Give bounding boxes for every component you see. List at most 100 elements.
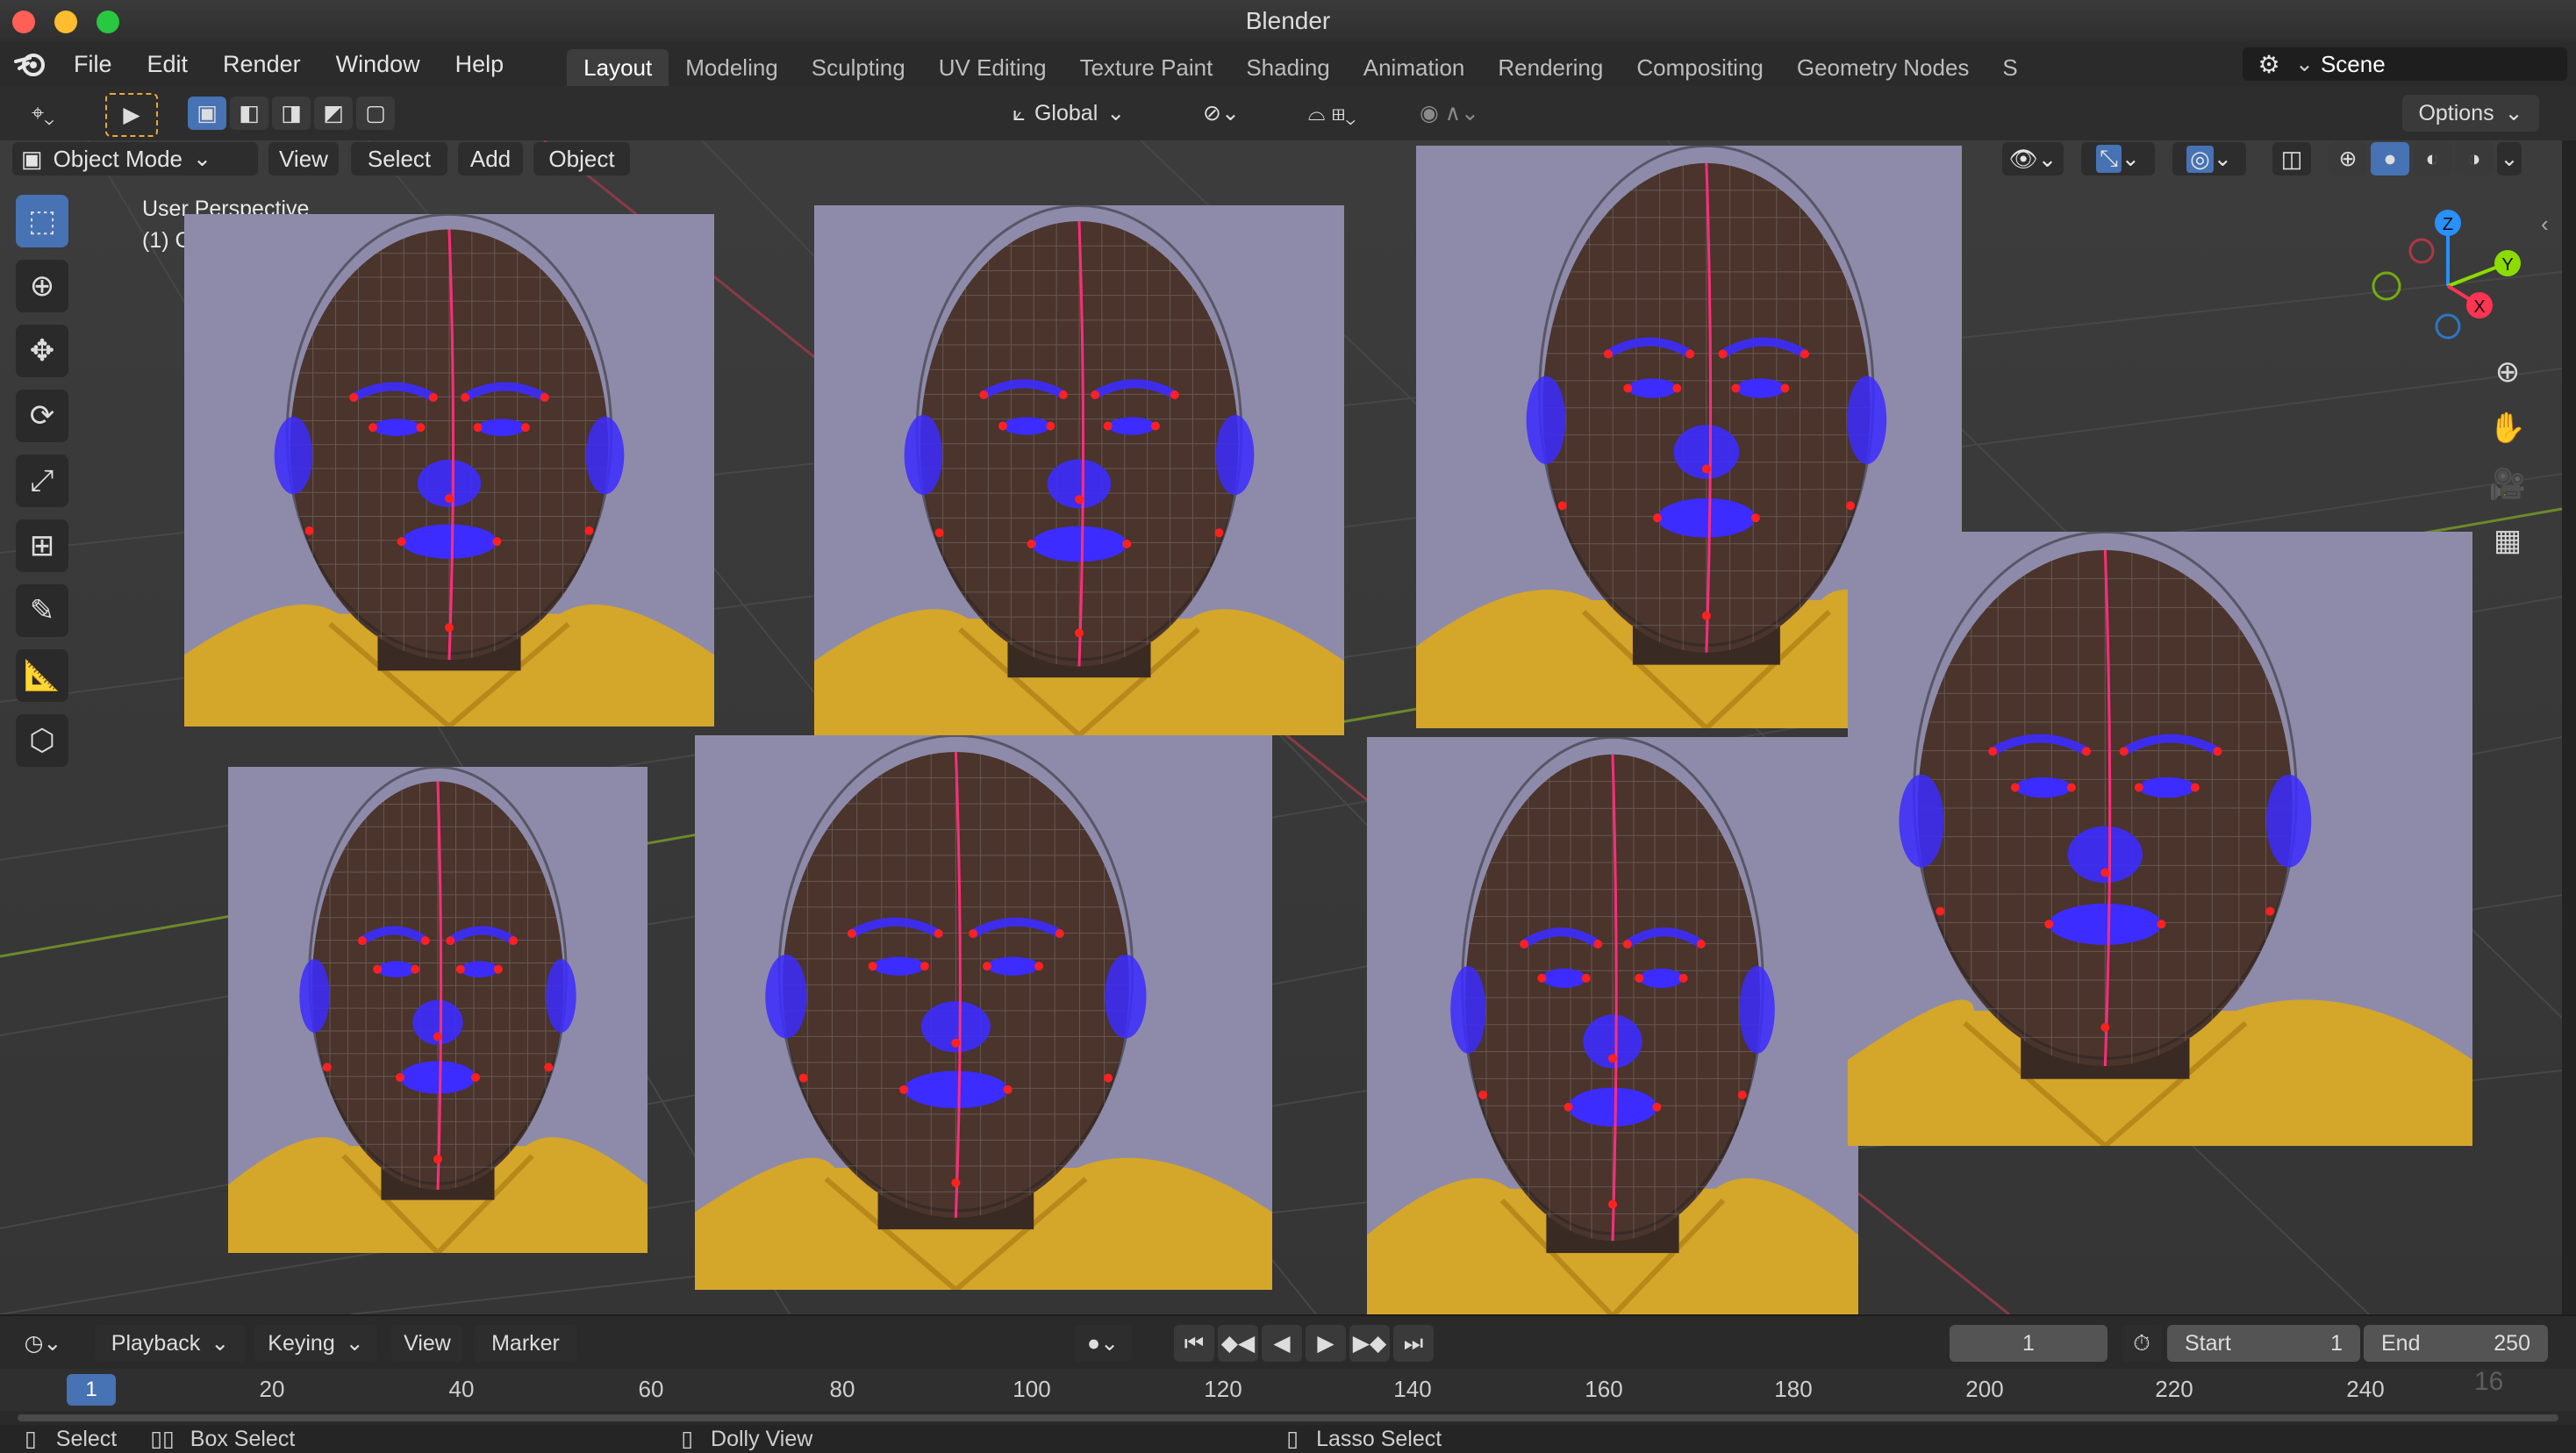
viewport-menu-object[interactable]: Object [533, 142, 630, 175]
tab-geometry-nodes[interactable]: Geometry Nodes [1780, 49, 1986, 86]
rotate-icon[interactable]: ⟳ [16, 390, 68, 442]
annotate-icon[interactable]: ✎ [16, 584, 68, 637]
end-frame-field[interactable]: End 250 [2364, 1325, 2548, 1362]
face-mesh-illustration [1848, 532, 2472, 1146]
snap-controls[interactable]: ⌓ ⊞⌄ [1270, 95, 1393, 132]
tab-shading[interactable]: Shading [1229, 49, 1346, 86]
tab-scripting[interactable]: S [1986, 49, 2034, 86]
viewport-menu-select[interactable]: Select [351, 142, 447, 175]
tool-header: ⌖⌄ ▶ ▣ ◧ ◨ ◩ ▢ ⟀ Global ⌄ ⊘⌄ ⌓ ⊞⌄ ◉ ∧⌄ O… [0, 86, 2576, 140]
rendered-shading-icon[interactable]: ◑ [2455, 142, 2494, 175]
visibility-dropdown[interactable]: 👁⌄ [2002, 142, 2064, 175]
frame-ruler[interactable]: 1 20 40 60 80 100 120 140 160 180 200 22… [0, 1367, 2576, 1411]
mode-intersect-icon[interactable]: ▢ [356, 97, 395, 130]
tab-texture-paint[interactable]: Texture Paint [1063, 49, 1230, 86]
scale-icon[interactable]: ⤢ [16, 455, 68, 507]
perspective-grid-icon[interactable]: ▦ [2483, 516, 2532, 565]
chevron-down-icon: ⌄ [2121, 147, 2140, 171]
menu-help[interactable]: Help [438, 42, 522, 86]
gizmo-toggle[interactable]: ⤡ ⌄ [2081, 142, 2155, 175]
next-keyframe-icon[interactable]: ▶◆ [1349, 1325, 1390, 1362]
pivot-point-dropdown[interactable]: ⊘⌄ [1186, 95, 1256, 132]
mode-new-icon[interactable]: ▣ [188, 97, 226, 130]
transform-orientation-dropdown[interactable]: ⟀ Global ⌄ [1005, 95, 1179, 132]
object-mode-dropdown[interactable]: ▣ Object Mode ⌄ [12, 142, 258, 175]
playback-menu[interactable]: Playback ⌄ [95, 1325, 246, 1362]
add-cube-icon[interactable]: ⬡ [16, 714, 68, 767]
playhead-frame-indicator[interactable]: 1 [67, 1374, 116, 1406]
solid-shading-icon[interactable]: ● [2371, 142, 2409, 175]
editor-type-button[interactable]: ◷⌄ [12, 1325, 74, 1362]
frame-tick-label: 60 [638, 1376, 664, 1402]
close-window-button[interactable] [12, 11, 35, 33]
menu-render[interactable]: Render [205, 42, 318, 86]
transform-icon[interactable]: ⊞ [16, 519, 68, 572]
proportional-edit-icon: ◉ ∧⌄ [1419, 101, 1479, 125]
start-frame-field[interactable]: Start 1 [2167, 1325, 2360, 1362]
timeline-view-menu[interactable]: View [391, 1325, 463, 1362]
xray-toggle[interactable]: ◫ [2272, 142, 2311, 175]
navigation-gizmo[interactable]: Z Y X [2351, 198, 2544, 374]
face-reference-image[interactable] [1367, 737, 1858, 1314]
face-reference-image[interactable] [184, 214, 714, 726]
overlay-toggle[interactable]: ◎ ⌄ [2172, 142, 2246, 175]
select-tool-button[interactable]: ▶ [105, 93, 158, 137]
prev-keyframe-icon[interactable]: ◆◀ [1218, 1325, 1258, 1362]
face-reference-image[interactable] [814, 205, 1344, 735]
chevron-down-icon[interactable]: ⌄ [2497, 142, 2522, 175]
pan-hand-icon[interactable]: ✋ [2483, 404, 2532, 453]
play-icon[interactable]: ▶ [1306, 1325, 1346, 1362]
face-reference-image[interactable] [695, 735, 1272, 1290]
menu-edit[interactable]: Edit [130, 42, 206, 86]
scrollbar-thumb[interactable] [18, 1414, 2558, 1421]
3d-viewport[interactable]: ▣ Object Mode ⌄ View Select Add Object 👁… [0, 140, 2562, 1314]
proportional-editing-controls[interactable]: ◉ ∧⌄ [1397, 95, 1502, 132]
viewport-menu-add[interactable]: Add [458, 142, 523, 175]
timeline-marker-menu[interactable]: Marker [474, 1325, 577, 1362]
tab-animation[interactable]: Animation [1347, 49, 1482, 86]
menu-file[interactable]: File [56, 42, 130, 86]
jump-start-icon[interactable]: ⏮ [1174, 1325, 1214, 1362]
tab-layout[interactable]: Layout [567, 49, 669, 86]
sidebar-toggle-icon[interactable]: ‹ [2541, 211, 2549, 238]
camera-icon[interactable]: 🎥 [2483, 460, 2532, 509]
tab-rendering[interactable]: Rendering [1481, 49, 1620, 86]
blender-logo-icon[interactable] [5, 42, 56, 86]
face-reference-image[interactable] [228, 767, 648, 1253]
face-reference-image[interactable] [1848, 532, 2472, 1146]
zoom-icon[interactable]: ⊕ [2483, 347, 2532, 397]
window-controls [12, 11, 119, 33]
minimize-window-button[interactable] [54, 11, 77, 33]
tab-modeling[interactable]: Modeling [669, 49, 795, 86]
jump-end-icon[interactable]: ⏭ [1393, 1325, 1434, 1362]
face-mesh-illustration [184, 214, 714, 726]
viewport-menu-view[interactable]: View [268, 142, 339, 175]
scene-selector[interactable]: ⚙ ⌄ Scene [2243, 47, 2567, 81]
measure-icon[interactable]: 📐 [16, 649, 68, 702]
tab-compositing[interactable]: Compositing [1620, 49, 1780, 86]
mode-invert-icon[interactable]: ◩ [314, 97, 353, 130]
end-label: End [2381, 1330, 2421, 1356]
cursor-icon[interactable]: ⊕ [16, 260, 68, 312]
tab-uv-editing[interactable]: UV Editing [922, 49, 1063, 86]
timeline-scrollbar[interactable] [0, 1411, 2576, 1425]
keying-menu[interactable]: Keying ⌄ [254, 1325, 377, 1362]
play-reverse-icon[interactable]: ◀ [1262, 1325, 1302, 1362]
record-button[interactable]: ●⌄ [1074, 1325, 1132, 1362]
mode-extend-icon[interactable]: ◧ [230, 97, 268, 130]
menu-window[interactable]: Window [318, 42, 438, 86]
options-dropdown[interactable]: Options ⌄ [2402, 95, 2539, 132]
move-icon[interactable]: ✥ [16, 325, 68, 377]
editor-type-button[interactable]: ⌖⌄ [12, 95, 74, 132]
frame-tick-label: 20 [259, 1376, 285, 1402]
stopwatch-icon[interactable]: ⏱ [2122, 1325, 2162, 1362]
current-frame-field[interactable]: 1 [1950, 1325, 2107, 1362]
status-dolly-view: Dolly View [711, 1426, 813, 1451]
maximize-window-button[interactable] [97, 11, 119, 33]
mode-subtract-icon[interactable]: ◨ [272, 97, 311, 130]
tab-sculpting[interactable]: Sculpting [795, 49, 922, 86]
select-box-icon[interactable]: ⬚ [16, 195, 68, 247]
material-shading-icon[interactable]: ◐ [2413, 142, 2451, 175]
wireframe-shading-icon[interactable]: ⊕ [2329, 142, 2367, 175]
selection-mode-group: ▣ ◧ ◨ ◩ ▢ [188, 97, 395, 130]
